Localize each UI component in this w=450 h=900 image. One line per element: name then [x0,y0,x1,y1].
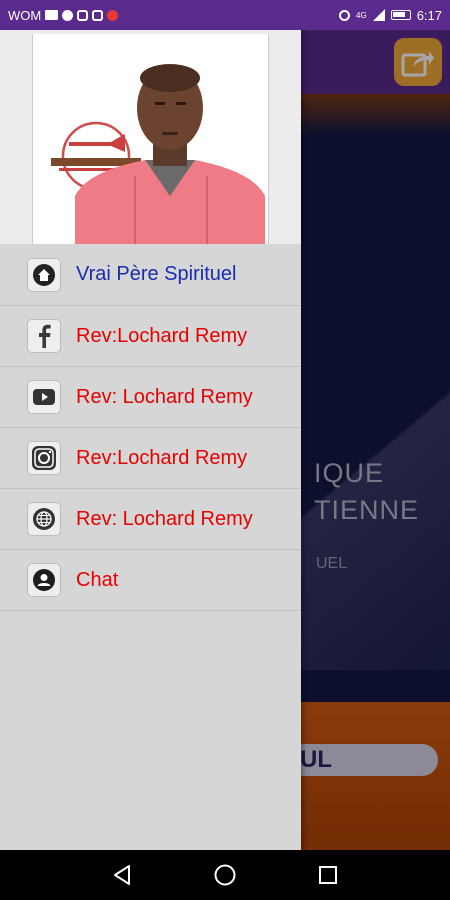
menu-item-label: Rev:Lochard Remy [76,446,248,469]
menu-item-facebook[interactable]: Rev:Lochard Remy [0,306,301,367]
instagram-notification-icon [77,9,89,21]
menu-item-home[interactable]: Vrai Père Spirituel [0,244,301,306]
menu-item-label: Vrai Père Spirituel [76,263,237,285]
menu-item-label: Chat [76,568,119,591]
back-icon [113,865,130,885]
instagram-icon [27,441,61,475]
profile-photo [32,34,269,244]
menu-item-label: Rev: Lochard Remy [76,385,253,408]
menu-item-label: Rev:Lochard Remy [76,324,248,347]
clock: 6:17 [416,7,442,23]
alert-notification-icon [107,9,119,21]
recents-button[interactable] [308,855,348,895]
youtube-icon [27,380,61,414]
menu-item-youtube[interactable]: Rev: Lochard Remy [0,367,301,428]
alarm-icon [339,9,351,21]
menu-item-chat[interactable]: Chat [0,550,301,611]
menu-item-instagram[interactable]: Rev:Lochard Remy [0,428,301,489]
home-icon [27,257,61,292]
recents-icon [319,866,338,884]
facebook-icon [27,319,61,353]
carrier-label: WOM [8,7,42,23]
system-navigation-bar [0,850,450,900]
home-button[interactable] [205,855,245,895]
battery-icon [390,10,411,20]
status-bar: WOM 4G 6:17 [0,0,450,30]
globe-icon [27,502,61,536]
home-circle-icon [214,864,236,886]
pastor-portrait [75,64,265,244]
back-button[interactable] [102,855,142,895]
drawer-header [0,30,301,244]
network-type: 4G [356,10,367,20]
menu-item-website[interactable]: Rev: Lochard Remy [0,489,301,550]
mail-icon [45,10,59,20]
menu-item-label: Rev: Lochard Remy [76,507,253,530]
navigation-drawer: Vrai Père Spirituel Rev:Lochard Remy Rev… [0,30,301,850]
app-notification-icon [92,9,104,21]
signal-icon [372,9,385,21]
chat-user-icon [27,563,61,597]
facebook-notification-icon [62,9,74,21]
drawer-menu: Vrai Père Spirituel Rev:Lochard Remy Rev… [0,244,301,611]
